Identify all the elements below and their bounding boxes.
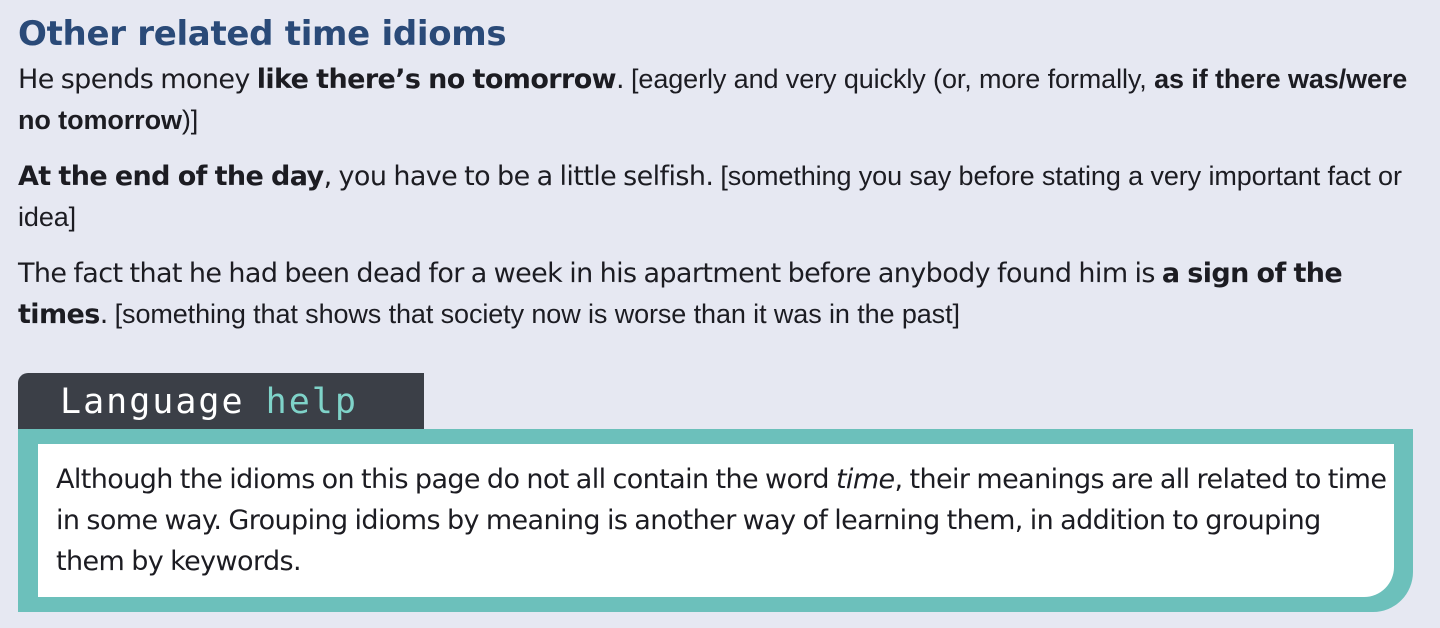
help-text-italic-word: time <box>835 464 895 495</box>
language-help-box: Although the idioms on this page do not … <box>18 429 1413 612</box>
example-text: . <box>616 64 631 95</box>
help-text-part: Although the idioms on this page do not … <box>56 464 836 495</box>
language-help-text: Although the idioms on this page do not … <box>38 444 1394 597</box>
idiom-phrase: At the end of the day <box>18 161 324 192</box>
definition-text: )] <box>181 105 199 135</box>
idiom-entry-sign-of-times: The fact that he had been dead for a wee… <box>18 253 1426 335</box>
example-text: , you have to be a little selfish. <box>323 161 721 192</box>
idiom-definition: [something that shows that society now i… <box>114 299 960 329</box>
language-help-title-word: Language <box>60 382 245 422</box>
idiom-entry-end-of-day: At the end of the day, you have to be a … <box>18 156 1426 238</box>
definition-text: [eagerly and very quickly (or, more form… <box>631 64 1155 94</box>
example-text: The fact that he had been dead for a wee… <box>18 258 1162 289</box>
language-help-tab: Language help <box>18 373 424 429</box>
example-text: He spends money <box>18 64 257 95</box>
idiom-phrase: like there’s no tomorrow <box>256 64 617 95</box>
example-text: . <box>99 299 115 330</box>
language-help-title-accent: help <box>265 382 358 422</box>
section-title: Other related time idioms <box>18 14 507 54</box>
idiom-entry-no-tomorrow: He spends money like there’s no tomorrow… <box>18 59 1426 141</box>
